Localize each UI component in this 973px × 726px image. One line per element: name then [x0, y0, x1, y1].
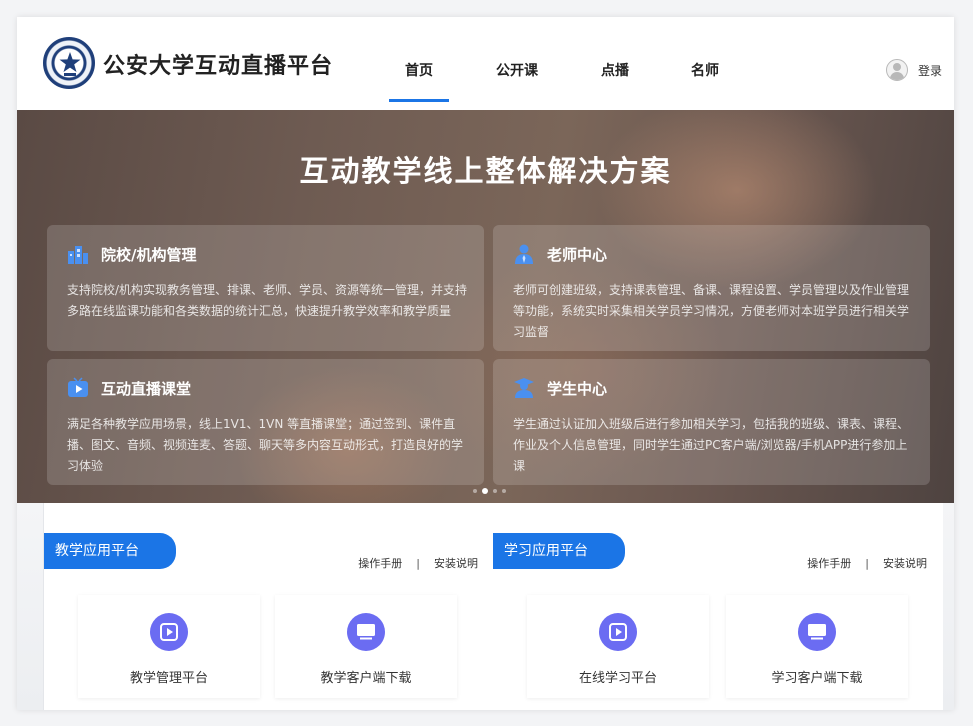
play-platform-icon	[599, 613, 637, 651]
learning-app-panel: 学习应用平台 操作手册 | 安装说明 在线学习平台 学习客户端下载	[493, 503, 943, 710]
carousel-dot[interactable]	[502, 489, 506, 493]
teaching-management-tile[interactable]: 教学管理平台	[78, 595, 260, 698]
online-learning-tile[interactable]: 在线学习平台	[527, 595, 709, 698]
feature-title: 院校/机构管理	[101, 246, 197, 264]
teaching-client-download-tile[interactable]: 教学客户端下载	[275, 595, 457, 698]
monitor-download-icon	[798, 613, 836, 651]
carousel-dot[interactable]	[493, 489, 497, 493]
link-separator: |	[865, 557, 869, 570]
police-university-emblem-icon[interactable]	[43, 37, 95, 89]
panel-tag: 教学应用平台	[44, 533, 176, 569]
nav-item-vod[interactable]: 点播	[585, 61, 645, 105]
link-separator: |	[416, 557, 420, 570]
panel-links: 操作手册 | 安装说明	[358, 555, 478, 571]
feature-desc: 支持院校/机构实现教务管理、排课、老师、学员、资源等统一管理，并支持多路在线监课…	[67, 283, 468, 318]
panel-tag: 学习应用平台	[493, 533, 625, 569]
feature-desc: 学生通过认证加入班级后进行参加相关学习，包括我的班级、课表、课程、作业及个人信息…	[513, 417, 910, 473]
feature-card-student: 学生中心 学生通过认证加入班级后进行参加相关学习，包括我的班级、课表、课程、作业…	[493, 359, 930, 485]
live-tv-icon	[68, 377, 88, 397]
install-guide-link[interactable]: 安装说明	[883, 557, 927, 570]
nav-item-famous-teachers[interactable]: 名师	[675, 61, 735, 105]
page-frame: 公安大学互动直播平台 首页 公开课 点播 名师 登录 互动教学线上整体解决方案	[17, 17, 954, 710]
nav-item-open-course[interactable]: 公开课	[487, 61, 547, 105]
site-header: 公安大学互动直播平台 首页 公开课 点播 名师 登录	[17, 17, 954, 110]
feature-card-institution: 院校/机构管理 支持院校/机构实现教务管理、排课、老师、学员、资源等统一管理，并…	[47, 225, 484, 351]
tile-label: 学习客户端下载	[771, 671, 863, 686]
download-section: 教学应用平台 操作手册 | 安装说明 教学管理平台 教学客户端下载 学习应用平台…	[17, 503, 954, 710]
feature-card-live-classroom: 互动直播课堂 满足各种教学应用场景，线上1V1、1VN 等直播课堂；通过签到、课…	[47, 359, 484, 485]
feature-title: 老师中心	[547, 246, 608, 264]
feature-card-teacher: 老师中心 老师可创建班级，支持课表管理、备课、课程设置、学员管理以及作业管理等功…	[493, 225, 930, 351]
hero-banner: 互动教学线上整体解决方案 院校/机构管理 支持院校/机构实现教务管理、排课、老师…	[17, 110, 954, 503]
tile-label: 在线学习平台	[578, 671, 657, 686]
site-title: 公安大学互动直播平台	[103, 54, 334, 79]
tile-label: 教学客户端下载	[320, 671, 412, 686]
user-avatar-icon[interactable]	[886, 59, 908, 81]
carousel-dot[interactable]	[473, 489, 477, 493]
panel-links: 操作手册 | 安装说明	[807, 555, 927, 571]
manual-link[interactable]: 操作手册	[358, 557, 402, 570]
login-link[interactable]: 登录	[918, 62, 942, 79]
banner-title: 互动教学线上整体解决方案	[299, 154, 672, 188]
play-platform-icon	[150, 613, 188, 651]
institution-building-icon	[68, 246, 88, 264]
tile-label: 教学管理平台	[129, 671, 208, 686]
nav-item-home[interactable]: 首页	[389, 61, 449, 105]
manual-link[interactable]: 操作手册	[807, 557, 851, 570]
feature-desc: 满足各种教学应用场景，线上1V1、1VN 等直播课堂；通过签到、课件直播、图文、…	[67, 417, 464, 473]
teacher-icon	[515, 244, 533, 264]
monitor-download-icon	[347, 613, 385, 651]
install-guide-link[interactable]: 安装说明	[434, 557, 478, 570]
learning-client-download-tile[interactable]: 学习客户端下载	[726, 595, 908, 698]
feature-desc: 老师可创建班级，支持课表管理、备课、课程设置、学员管理以及作业管理等功能，系统实…	[513, 283, 910, 339]
feature-title: 互动直播课堂	[101, 380, 192, 398]
feature-title: 学生中心	[547, 380, 608, 398]
carousel-dot-active[interactable]	[482, 488, 488, 494]
teaching-app-panel: 教学应用平台 操作手册 | 安装说明 教学管理平台 教学客户端下载	[43, 503, 495, 710]
student-icon	[514, 378, 534, 398]
